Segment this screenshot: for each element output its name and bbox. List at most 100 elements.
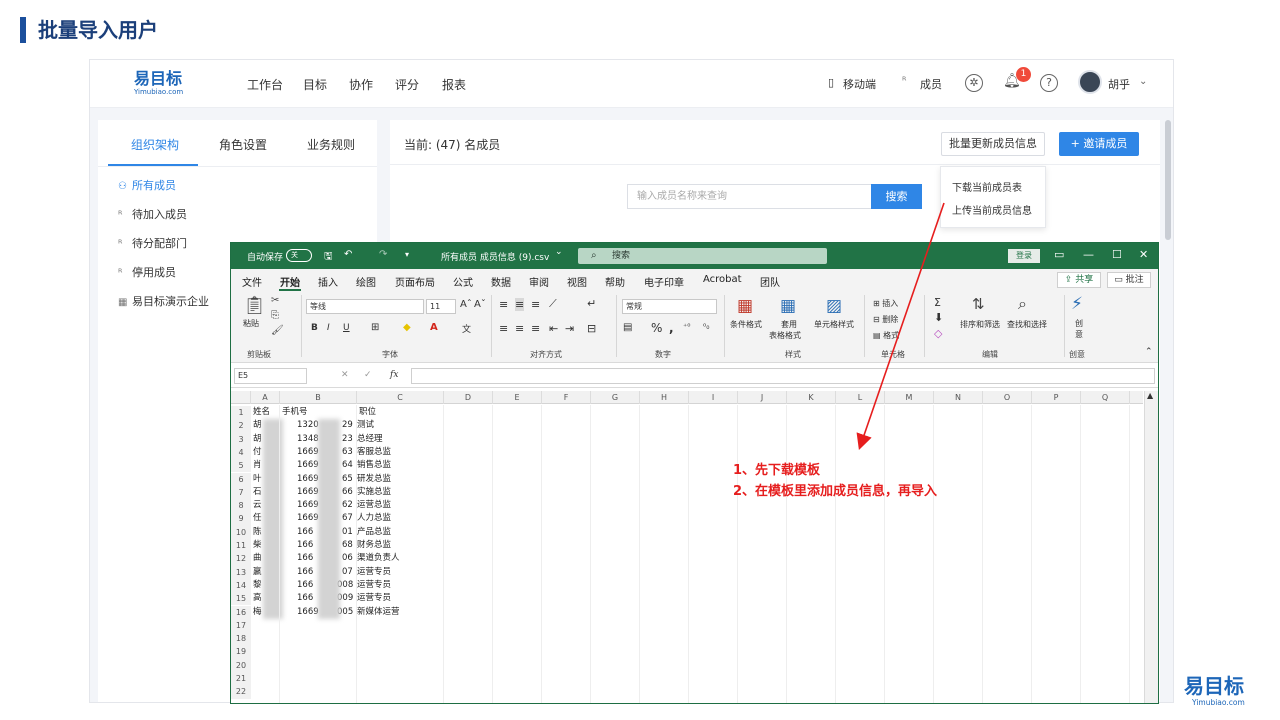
wrap-text-icon[interactable]: ↵ xyxy=(587,297,596,310)
customize-icon[interactable]: ▾ xyxy=(405,250,409,259)
align-top-icon[interactable]: ≡ xyxy=(499,298,508,311)
italic-button[interactable]: I xyxy=(327,323,330,333)
nav-reports[interactable]: 报表 xyxy=(442,76,466,93)
column-header[interactable]: M xyxy=(885,391,934,404)
font-size-select[interactable]: 11 xyxy=(426,299,456,314)
user-name[interactable]: 胡乎 xyxy=(1108,76,1130,92)
paste-label[interactable]: 粘贴 xyxy=(243,318,259,329)
tab-insert[interactable]: 插入 xyxy=(318,274,338,289)
tab-file[interactable]: 文件 xyxy=(242,274,262,289)
tab-role-settings[interactable]: 角色设置 xyxy=(219,136,267,153)
autosum-icon[interactable]: Σ xyxy=(934,296,941,309)
avatar[interactable] xyxy=(1078,70,1102,94)
aperture-icon[interactable]: ✲ xyxy=(965,74,983,92)
paste-icon[interactable]: 📋︎ xyxy=(243,295,266,316)
row-header[interactable]: 22 xyxy=(231,685,251,699)
tab-draw[interactable]: 绘图 xyxy=(356,274,376,289)
borders-icon[interactable]: ⊞ xyxy=(371,322,379,333)
copy-icon[interactable]: ⎘ xyxy=(271,310,279,321)
align-bottom-icon[interactable]: ≡ xyxy=(531,298,540,311)
app-logo[interactable]: 易目标 Yimubiao.com xyxy=(134,70,194,98)
currency-icon[interactable]: ▤ xyxy=(623,322,632,333)
cell-style-icon[interactable]: ▨ xyxy=(826,296,842,316)
enter-icon[interactable]: ✓ xyxy=(364,370,372,380)
sidebar-item-pending-join[interactable]: ᴿ 待加入成员 xyxy=(118,206,187,222)
invite-member-button[interactable]: + 邀请成员 xyxy=(1059,132,1139,156)
select-all-corner[interactable] xyxy=(231,391,251,404)
menu-item-download[interactable]: 下载当前成员表 xyxy=(952,179,1022,194)
row-header[interactable]: 17 xyxy=(231,618,251,633)
close-icon[interactable]: ✕ xyxy=(1139,248,1148,261)
phonetic-icon[interactable]: 文 xyxy=(462,322,471,335)
align-right-icon[interactable]: ≡ xyxy=(531,322,540,335)
column-header[interactable]: Q xyxy=(1081,391,1130,404)
comment-button[interactable]: ▭ 批注 xyxy=(1107,272,1151,288)
row-header[interactable]: 21 xyxy=(231,672,251,686)
column-header[interactable]: D xyxy=(444,391,493,404)
tab-acrobat[interactable]: Acrobat xyxy=(703,274,742,285)
insert-cells-button[interactable]: ⊞ 插入 xyxy=(873,298,898,309)
font-color-icon[interactable]: A xyxy=(430,322,438,333)
nav-mobile[interactable]: 移动端 xyxy=(843,76,876,92)
comma-icon[interactable]: , xyxy=(669,321,674,335)
sheet-scrollbar[interactable]: ▲ xyxy=(1144,391,1158,703)
chevron-down-icon[interactable]: ⌄ xyxy=(1139,76,1147,87)
row-header[interactable]: 3 xyxy=(231,432,251,446)
column-header[interactable]: B xyxy=(280,391,357,404)
table-format-label-2[interactable]: 表格格式 xyxy=(769,330,801,341)
row-header[interactable]: 14 xyxy=(231,578,251,593)
sort-filter-label[interactable]: 排序和筛选 xyxy=(960,319,1000,330)
row-header[interactable]: 15 xyxy=(231,592,251,606)
nav-goals[interactable]: 目标 xyxy=(303,76,327,93)
sidebar-item-company[interactable]: ▦ 易目标演示企业 xyxy=(118,293,209,309)
ideas-label-2[interactable]: 意 xyxy=(1075,329,1083,340)
member-search-input[interactable]: 输入成员名称来查询 xyxy=(627,184,872,209)
share-button[interactable]: ⇪ 共享 xyxy=(1057,272,1101,288)
find-select-icon[interactable]: ⌕ xyxy=(1018,294,1027,314)
format-painter-icon[interactable]: 🖌︎ xyxy=(271,325,284,336)
tab-help[interactable]: 帮助 xyxy=(605,274,625,289)
ribbon-display-icon[interactable]: ▭ xyxy=(1054,248,1064,261)
tab-home[interactable]: 开始 xyxy=(280,274,300,289)
tab-view[interactable]: 视图 xyxy=(567,274,587,289)
align-left-icon[interactable]: ≡ xyxy=(499,322,508,335)
row-header[interactable]: 4 xyxy=(231,445,251,460)
tab-team[interactable]: 团队 xyxy=(760,274,780,289)
table-format-label-1[interactable]: 套用 xyxy=(781,319,797,330)
row-header[interactable]: 13 xyxy=(231,565,251,579)
table-format-icon[interactable]: ▦ xyxy=(780,296,796,316)
undo-icon[interactable]: ↶ xyxy=(344,249,352,260)
orientation-icon[interactable]: ⟋ xyxy=(549,297,557,311)
row-header[interactable]: 11 xyxy=(231,539,251,553)
align-center-icon[interactable]: ≡ xyxy=(515,322,524,335)
name-box[interactable]: E5 xyxy=(234,368,307,384)
cancel-icon[interactable]: ✕ xyxy=(341,370,349,380)
tab-review[interactable]: 审阅 xyxy=(529,274,549,289)
find-select-label[interactable]: 查找和选择 xyxy=(1007,319,1047,330)
fill-color-icon[interactable]: ◆ xyxy=(403,322,411,333)
column-header[interactable]: E xyxy=(493,391,542,404)
tab-business-rules[interactable]: 业务规则 xyxy=(307,136,355,153)
conditional-format-label[interactable]: 条件格式 xyxy=(730,319,762,330)
row-header[interactable]: 8 xyxy=(231,499,251,513)
column-header[interactable]: I xyxy=(689,391,738,404)
indent-increase-icon[interactable]: ⇥ xyxy=(565,322,574,335)
page-scrollbar[interactable] xyxy=(1165,120,1171,240)
column-header[interactable]: O xyxy=(983,391,1032,404)
row-header[interactable]: 18 xyxy=(231,632,251,646)
column-header[interactable]: L xyxy=(836,391,885,404)
nav-workbench[interactable]: 工作台 xyxy=(247,76,283,93)
sort-filter-icon[interactable]: ⇅ xyxy=(972,295,985,313)
decrease-font-icon[interactable]: Aˇ xyxy=(474,299,486,310)
column-header[interactable]: C xyxy=(357,391,444,404)
merge-center-icon[interactable]: ⊟ xyxy=(587,322,596,335)
cut-icon[interactable]: ✂ xyxy=(271,295,279,306)
delete-cells-button[interactable]: ⊟ 删除 xyxy=(873,314,898,325)
row-header[interactable]: 5 xyxy=(231,459,251,473)
row-header[interactable]: 19 xyxy=(231,645,251,659)
login-button[interactable]: 登录 xyxy=(1008,249,1040,263)
row-header[interactable]: 9 xyxy=(231,512,251,526)
column-header[interactable]: A xyxy=(251,391,280,404)
function-icon[interactable]: fx xyxy=(390,370,398,380)
minimize-icon[interactable]: — xyxy=(1083,248,1094,261)
